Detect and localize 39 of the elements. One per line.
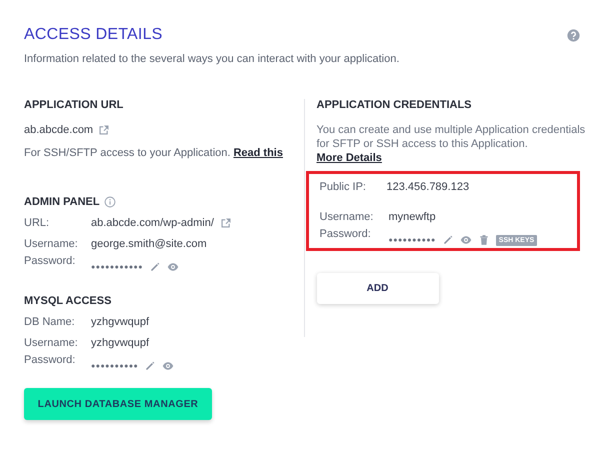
eye-icon[interactable] — [167, 261, 180, 273]
note-text: For SSH/SFTP access to your Application. — [24, 147, 230, 159]
eye-icon[interactable] — [162, 360, 174, 372]
field-label: Username: — [24, 238, 79, 250]
ip-address: 123.456.789.123 — [386, 181, 470, 193]
help-icon[interactable] — [567, 28, 580, 42]
info-icon — [104, 196, 116, 208]
section-heading: ADMIN PANEL — [24, 196, 100, 208]
section-description: Information related to the several ways you can interact with your application. — [24, 53, 400, 65]
field-label: Password: — [24, 255, 76, 267]
section-heading: APPLICATION URL — [24, 99, 124, 111]
section-title: ACCESS DETAILS — [24, 26, 163, 44]
eye-icon[interactable] — [460, 234, 472, 246]
section-heading: MYSQL ACCESS — [24, 295, 112, 307]
pencil-icon[interactable] — [442, 234, 454, 246]
external-link-icon[interactable] — [98, 124, 110, 136]
field-label: Password: — [24, 354, 76, 366]
pencil-icon[interactable] — [144, 360, 156, 372]
external-link-icon[interactable] — [220, 217, 232, 229]
field-value: mynewftp — [388, 211, 436, 223]
field-label: Public IP: — [320, 181, 367, 193]
field-label: Username: — [320, 211, 374, 223]
launch-database-manager-button[interactable]: LAUNCH DATABASE MANAGER — [24, 388, 212, 420]
url-text: ab.abcde.com/wp-admin/ — [91, 217, 214, 229]
field-value: yzhgvwqupf — [91, 316, 150, 328]
field-label: DB Name: — [24, 316, 76, 328]
add-button[interactable]: ADD — [316, 273, 438, 304]
more-details-link[interactable]: More Details — [316, 152, 382, 164]
field-value: george.smith@site.com — [91, 238, 207, 250]
pencil-icon[interactable] — [149, 261, 162, 273]
field-value: yzhgvwqupf — [91, 337, 150, 349]
url-text: ab.abcde.com — [24, 124, 94, 136]
read-this-link[interactable]: Read this — [233, 147, 283, 159]
trash-icon[interactable] — [478, 234, 490, 246]
section-heading: APPLICATION CREDENTIALS — [316, 99, 473, 111]
field-label: URL: — [24, 217, 50, 229]
field-label: Password: — [320, 228, 372, 240]
field-label: Username: — [24, 337, 79, 349]
credentials-description: You can create and use multiple Application credentials for SFTP or SSH access to this Application. — [316, 124, 586, 150]
